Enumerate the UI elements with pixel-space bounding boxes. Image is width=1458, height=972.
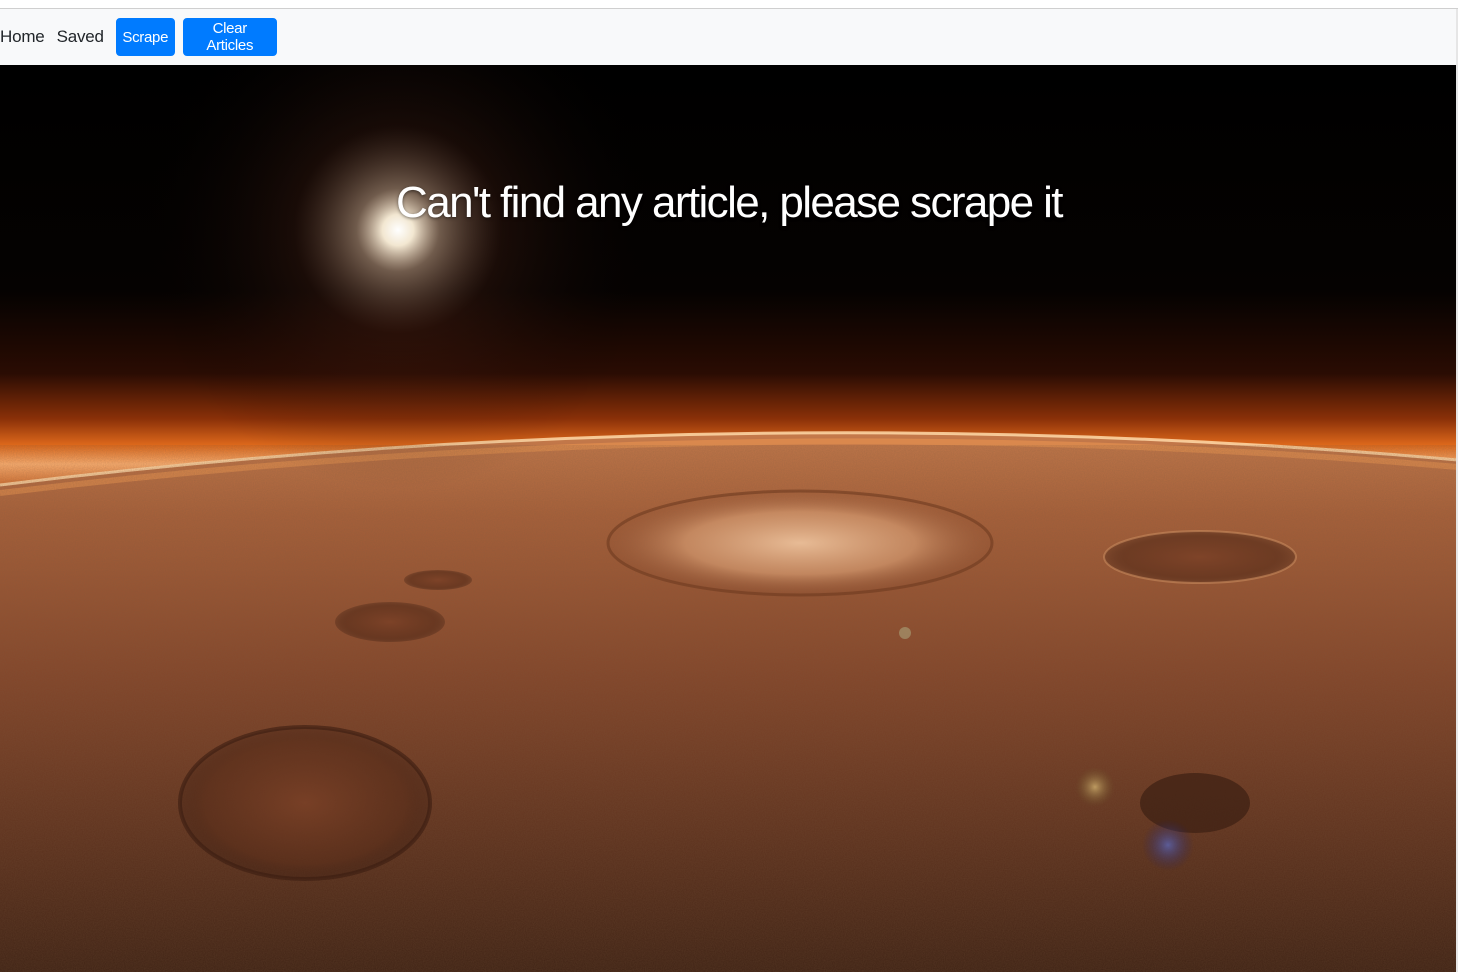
- empty-articles-message: Can't find any article, please scrape it: [396, 178, 1063, 227]
- scrape-button[interactable]: Scrape: [115, 18, 175, 56]
- nav-link-home[interactable]: Home: [0, 27, 45, 47]
- clear-articles-button[interactable]: Clear Articles: [182, 18, 277, 56]
- hero-section: Can't find any article, please scrape it: [0, 65, 1458, 972]
- nav-link-saved[interactable]: Saved: [57, 27, 104, 47]
- top-navbar: Home Saved Scrape Clear Articles: [0, 9, 1458, 65]
- browser-top-edge: [0, 0, 1458, 9]
